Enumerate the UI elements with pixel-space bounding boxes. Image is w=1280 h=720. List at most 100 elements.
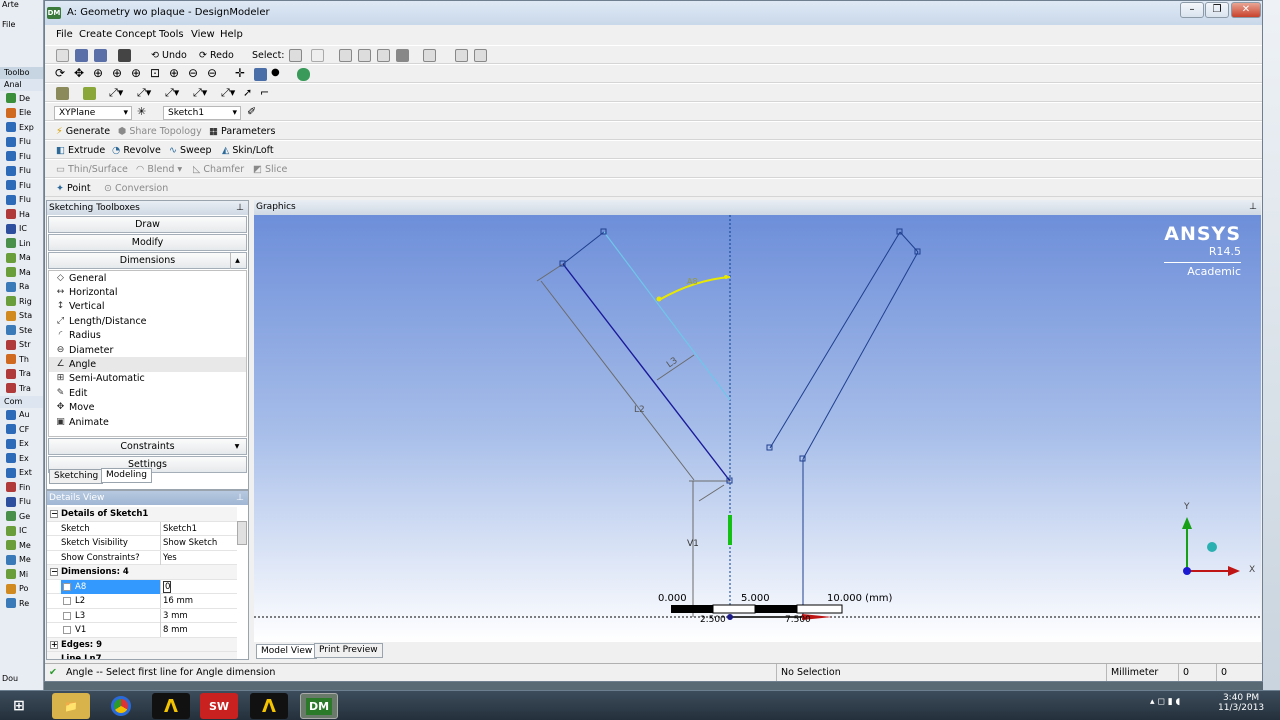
details-row[interactable]: A8 0 [47, 579, 237, 594]
zoom-next-icon[interactable]: ⊖ [207, 66, 217, 80]
expand-icon[interactable]: + [50, 640, 58, 649]
background-section-component[interactable]: Com [0, 395, 43, 408]
background-item[interactable]: Flu [0, 135, 43, 150]
background-item[interactable]: CF [0, 422, 43, 437]
select-edges-icon[interactable] [358, 49, 371, 62]
dimensions-toolbox[interactable]: Dimensions ▴ [48, 252, 247, 269]
dimension-value[interactable]: 8 mm [163, 623, 188, 637]
edge-icon-4[interactable]: ⤢▾ [193, 86, 207, 100]
details-row[interactable]: V1 8 mm [47, 623, 237, 638]
background-item[interactable]: Re [0, 596, 43, 611]
extrude-button[interactable]: ◧ Extrude [56, 145, 105, 156]
select-mode-icon[interactable] [289, 49, 302, 62]
dimension-tool-vertical[interactable]: ↕ Vertical [49, 300, 246, 314]
details-group[interactable]: Line Ln7 [47, 652, 237, 659]
new-plane-icon[interactable]: ✳ [137, 105, 146, 118]
blend-button[interactable]: ◠ Blend ▾ [136, 164, 182, 175]
details-group[interactable]: − Details of Sketch1 [47, 507, 237, 522]
dimension-tool-diameter[interactable]: ⊖ Diameter [49, 343, 246, 357]
select-filter-icon[interactable] [311, 49, 324, 62]
start-button[interactable]: ⊞ [4, 693, 34, 719]
details-group[interactable]: + Edges: 9 [47, 637, 237, 652]
redo-button[interactable]: ⟳ Redo [199, 50, 234, 61]
details-pin-icon[interactable]: ⊥ [236, 491, 244, 505]
dimension-label-v1[interactable]: V1 [687, 539, 699, 549]
sketch-edge[interactable] [802, 251, 919, 460]
background-item[interactable]: Flu [0, 495, 43, 510]
dimension-tool-edit[interactable]: ✎ Edit [49, 386, 246, 400]
thin-surface-button[interactable]: ▭ Thin/Surface [56, 164, 128, 175]
dimension-value[interactable]: 16 mm [163, 594, 193, 608]
edge-icon-1[interactable]: ⤢▾ [109, 86, 123, 100]
details-row[interactable]: L3 3 mm [47, 608, 237, 623]
chamfer-button[interactable]: ◺ Chamfer [193, 164, 244, 175]
box-select-icon[interactable] [455, 49, 468, 62]
dimension-label-a8[interactable]: A8 [687, 277, 698, 286]
revolve-button[interactable]: ◔ Revolve [112, 145, 161, 156]
angle-point[interactable] [724, 275, 728, 279]
background-item[interactable]: Me [0, 538, 43, 553]
chrome-icon[interactable] [102, 693, 140, 719]
property-value[interactable]: Show Sketch [163, 536, 217, 550]
graphics-viewport[interactable]: L2 L3 V1 A8 0.000 5.000 10.000 (mm) 2.50… [254, 215, 1261, 642]
background-item[interactable]: Exp [0, 120, 43, 135]
edge-icon-2[interactable]: ⤢▾ [137, 86, 151, 100]
designmodeler-icon[interactable]: DM [300, 693, 338, 719]
display-plane-icon[interactable] [56, 87, 69, 100]
skin-loft-button[interactable]: ◭ Skin/Loft [222, 145, 274, 156]
screenshot-icon[interactable] [118, 49, 131, 62]
background-item[interactable]: Str [0, 338, 43, 353]
background-item[interactable]: Ex [0, 451, 43, 466]
details-row[interactable]: Show Constraints? Yes [47, 550, 237, 565]
select-all-icon[interactable] [474, 49, 487, 62]
menu-file[interactable]: File [56, 29, 73, 40]
details-row[interactable]: L2 16 mm [47, 594, 237, 609]
sketch-edge[interactable] [562, 231, 605, 265]
dimension-line-l2[interactable] [540, 280, 695, 481]
background-app-menu[interactable]: File [0, 20, 43, 30]
background-item[interactable]: Ha [0, 207, 43, 222]
dimension-tool-angle[interactable]: ∠ Angle [49, 357, 246, 372]
background-item[interactable]: Flu [0, 164, 43, 179]
graphics-pin-icon[interactable]: ⊥ [1249, 200, 1257, 215]
conversion-button[interactable]: ⊙ Conversion [104, 183, 168, 194]
draw-toolbox[interactable]: Draw [48, 216, 247, 233]
zoom-icon[interactable]: ⊕ [93, 66, 103, 80]
background-item[interactable]: Lin [0, 236, 43, 251]
parameter-checkbox[interactable] [63, 611, 71, 620]
plane-dropdown[interactable]: XYPlane [54, 106, 132, 120]
select-faces-icon[interactable] [377, 49, 390, 62]
collapse-up-icon[interactable]: ▴ [230, 253, 244, 269]
undo-button[interactable]: ⟲ Undo [151, 50, 187, 61]
ansys-workbench-icon[interactable]: Λ [152, 693, 190, 719]
restore-button[interactable]: ❐ [1205, 2, 1229, 18]
triad-icon[interactable]: ✛ [235, 66, 245, 80]
background-item[interactable]: Rig [0, 294, 43, 309]
graph-icon[interactable]: ⌐ [260, 86, 269, 99]
menu-view[interactable]: View [191, 29, 215, 40]
parameters-button[interactable]: ▦ Parameters [209, 126, 275, 137]
magnifier-icon[interactable]: ⊕ [169, 66, 179, 80]
ansys-icon[interactable]: Λ [250, 693, 288, 719]
sketch-edge[interactable] [769, 231, 901, 449]
background-item[interactable]: Au [0, 408, 43, 423]
slice-button[interactable]: ◩ Slice [253, 164, 287, 175]
extend-selection-icon[interactable] [423, 49, 436, 62]
background-item[interactable]: Tra [0, 367, 43, 382]
clock[interactable]: 3:40 PM 11/3/2013 [1218, 693, 1264, 713]
collapse-icon[interactable]: − [50, 568, 58, 576]
background-item[interactable]: Mi [0, 567, 43, 582]
isometric-ball-icon[interactable] [1207, 542, 1217, 552]
new-icon[interactable] [56, 49, 69, 62]
angle-point[interactable] [656, 296, 662, 302]
sketch-dropdown[interactable]: Sketch1 [163, 106, 241, 120]
dimension-tool-semi-automatic[interactable]: ⊞ Semi-Automatic [49, 372, 246, 386]
tab-print-preview[interactable]: Print Preview [314, 643, 383, 658]
background-section-analysis[interactable]: Anal [0, 79, 43, 91]
background-item[interactable]: Ra [0, 280, 43, 295]
details-group[interactable]: − Dimensions: 4 [47, 565, 237, 580]
scroll-down-icon[interactable]: ▾ [230, 439, 244, 455]
save-as-icon[interactable] [94, 49, 107, 62]
point-button[interactable]: ✦ Point [56, 183, 91, 194]
close-button[interactable]: ✕ [1231, 2, 1261, 18]
